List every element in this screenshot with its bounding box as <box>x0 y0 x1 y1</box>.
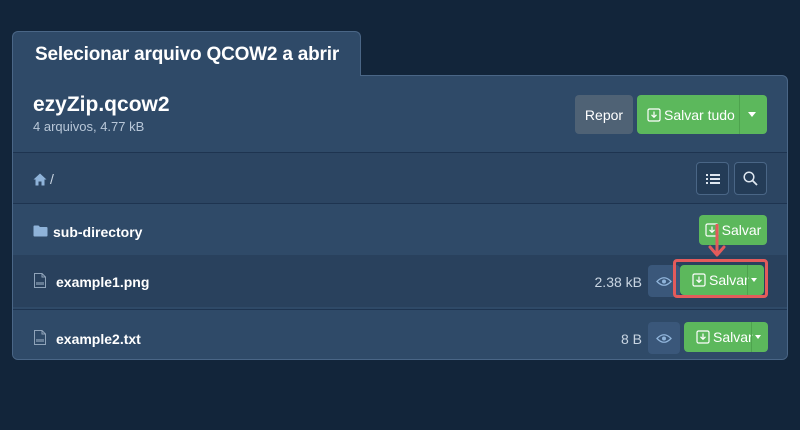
save-button[interactable]: Salvar <box>684 322 768 352</box>
split-divider <box>739 95 740 134</box>
file-name[interactable]: sub-directory <box>53 224 142 240</box>
download-icon <box>647 107 661 122</box>
save-label: Salvar <box>721 222 762 238</box>
list-item[interactable]: example2.txt 8 B Salvar <box>13 309 787 359</box>
list-item[interactable]: sub-directory Salvar <box>13 205 787 257</box>
caret-down-icon[interactable] <box>755 335 761 339</box>
caret-down-icon[interactable] <box>748 112 756 117</box>
search-icon <box>743 171 758 186</box>
list-view-button[interactable] <box>696 162 729 195</box>
file-size: 8 B <box>620 331 642 347</box>
reset-button[interactable]: Repor <box>575 95 633 134</box>
breadcrumb: / <box>13 153 787 204</box>
eye-icon <box>656 333 672 343</box>
archive-info: 4 arquivos, 4.77 kB <box>33 119 145 134</box>
archive-name: ezyZip.qcow2 <box>33 93 170 116</box>
file-browser-panel: ezyZip.qcow2 4 arquivos, 4.77 kB Repor S… <box>12 75 788 360</box>
save-label: Salvar <box>713 329 753 345</box>
save-all-label: Salvar tudo <box>664 106 735 123</box>
list-icon <box>705 173 720 184</box>
annotation-arrow-icon <box>708 224 726 257</box>
folder-icon <box>33 225 48 237</box>
dialog-title: Selecionar arquivo QCOW2 a abrir <box>35 44 340 65</box>
breadcrumb-path: / <box>50 171 54 187</box>
save-all-button[interactable]: Salvar tudo <box>637 95 767 134</box>
dialog-title-tab: Selecionar arquivo QCOW2 a abrir <box>12 31 361 76</box>
preview-button[interactable] <box>648 322 680 354</box>
file-size: 2.38 kB <box>594 274 642 290</box>
file-name[interactable]: example2.txt <box>56 331 141 347</box>
download-icon <box>696 330 710 344</box>
home-icon[interactable] <box>33 173 47 186</box>
search-button[interactable] <box>734 162 767 195</box>
split-divider <box>751 322 752 352</box>
file-icon <box>34 273 46 288</box>
file-icon <box>34 330 46 345</box>
file-name[interactable]: example1.png <box>56 274 149 290</box>
list-item[interactable]: example1.png 2.38 kB Salvar <box>13 255 787 307</box>
reset-button-label: Repor <box>584 106 624 123</box>
eye-icon <box>656 276 672 286</box>
annotation-highlight <box>673 259 768 298</box>
archive-header: ezyZip.qcow2 4 arquivos, 4.77 kB Repor S… <box>13 76 787 153</box>
tab-joint <box>13 74 360 77</box>
